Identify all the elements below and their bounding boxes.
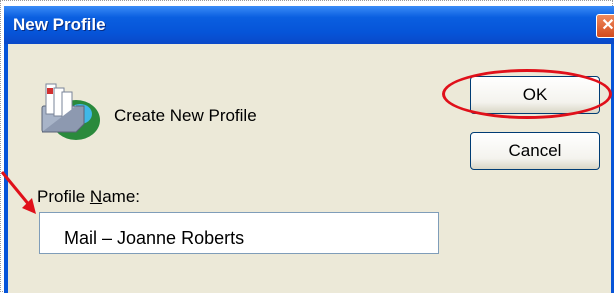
ok-button[interactable]: OK (470, 76, 600, 114)
cancel-button[interactable]: Cancel (470, 132, 600, 170)
close-icon: ✕ (601, 17, 614, 34)
profile-name-label: Profile Name: (37, 187, 140, 206)
mail-profile-icon (41, 83, 100, 140)
close-button[interactable]: ✕ (596, 14, 614, 38)
window-left-border (4, 44, 8, 293)
profile-name-input[interactable] (39, 212, 439, 254)
title-bar[interactable]: New Profile ✕ (4, 6, 614, 44)
create-profile-message: Create New Profile (114, 106, 257, 125)
window-title: New Profile (13, 15, 106, 34)
new-profile-dialog: New Profile ✕ Create New Profile OK Canc… (4, 6, 614, 293)
